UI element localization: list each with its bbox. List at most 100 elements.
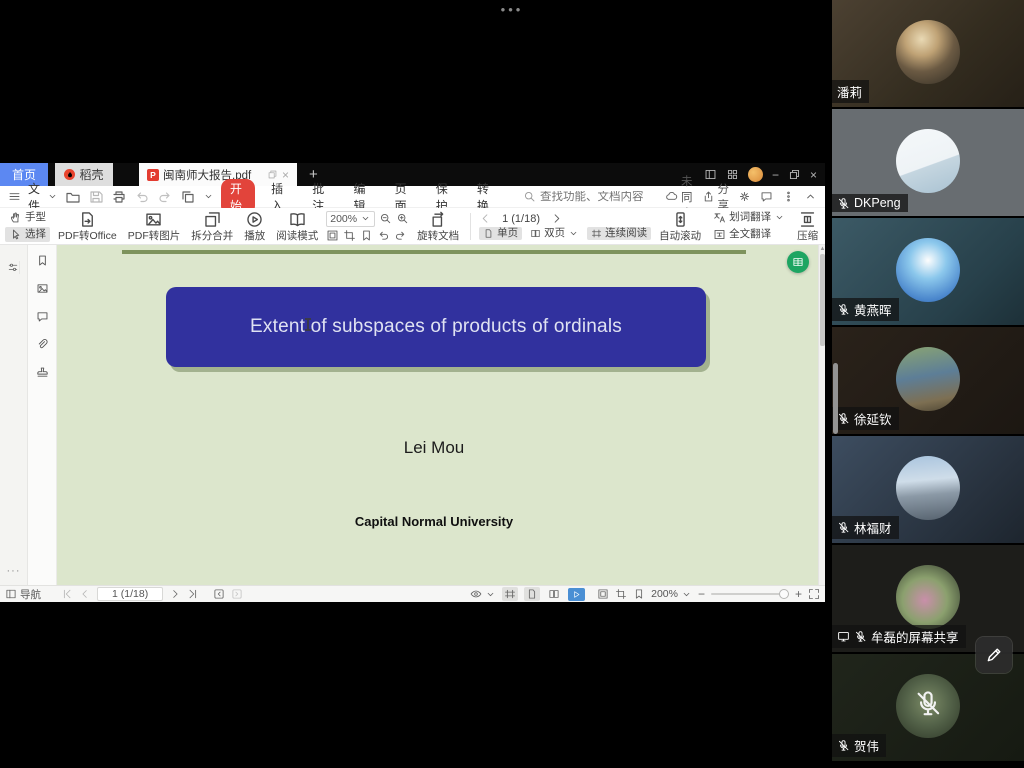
document-scrollbar[interactable]: ▲ [818, 245, 825, 585]
participant-label: 潘莉 [832, 80, 869, 103]
rail-more-button[interactable]: ··· [0, 565, 27, 577]
pen-icon [984, 645, 1004, 665]
zoom-plus-button[interactable]: + [795, 587, 802, 601]
collapse-ribbon-icon[interactable] [804, 190, 817, 203]
continuous-icon [504, 588, 516, 600]
bookmark-icon[interactable] [633, 588, 645, 600]
comments-panel-icon[interactable] [36, 310, 49, 323]
prev-page-icon[interactable] [479, 212, 492, 225]
page-indicator[interactable]: 1 (1/18) [502, 213, 540, 225]
fit-width-icon[interactable] [615, 588, 627, 600]
bookmarks-panel-icon[interactable] [36, 254, 49, 267]
double-page-button[interactable]: 双页 [526, 227, 583, 240]
avatar [896, 565, 960, 629]
full-translate-button[interactable]: 全文翻译 [709, 227, 789, 242]
status-page-indicator[interactable]: 1 (1/18) [97, 587, 163, 601]
slideshow-play-button[interactable] [568, 588, 585, 601]
participant-tile[interactable]: 潘莉 [832, 0, 1024, 107]
next-page-icon[interactable] [550, 212, 563, 225]
first-page-icon[interactable] [61, 588, 73, 600]
rotate-doc-button[interactable]: 旋转文档 [414, 210, 462, 242]
last-page-icon[interactable] [187, 588, 199, 600]
search-input[interactable] [540, 191, 658, 203]
rotate-right-icon[interactable] [394, 229, 407, 242]
fullscreen-icon[interactable] [808, 588, 820, 600]
auto-scroll-icon [671, 210, 690, 229]
double-page-toggle[interactable] [546, 587, 562, 601]
chevron-down-icon [774, 212, 785, 223]
zoom-minus-button[interactable]: − [698, 587, 705, 601]
rotate-left-icon[interactable] [377, 229, 390, 242]
participant-tile[interactable]: 黄燕晖 [832, 218, 1024, 325]
chevron-down-icon [360, 213, 371, 224]
eye-protect-button[interactable] [470, 588, 496, 600]
hand-tool-button[interactable]: 手型 [5, 210, 50, 225]
pdf-file-icon: P [147, 169, 159, 181]
split-merge-button[interactable]: 拆分合并 [188, 210, 236, 242]
participant-label: 贺伟 [832, 734, 886, 757]
undo-icon[interactable] [134, 189, 150, 205]
participants-scrollbar[interactable] [833, 363, 838, 434]
copy-icon[interactable] [180, 189, 196, 205]
more-vertical-icon[interactable] [782, 190, 795, 203]
next-page-icon[interactable] [169, 588, 181, 600]
participant-tile[interactable]: 林福财 [832, 436, 1024, 543]
pdf-to-office-button[interactable]: PDF转Office [55, 210, 120, 242]
redo-icon[interactable] [157, 189, 173, 205]
read-mode-button[interactable]: 阅读模式 [273, 210, 321, 242]
participant-tile[interactable]: 徐延钦 [832, 327, 1024, 434]
status-zoom-dropdown[interactable]: 200% [651, 588, 692, 600]
thumbnails-panel-icon[interactable] [36, 282, 49, 295]
continuous-view-toggle[interactable] [502, 587, 518, 601]
sliders-icon[interactable] [7, 261, 20, 274]
participant-name: 林福财 [854, 518, 892, 537]
single-page-button[interactable]: 单页 [479, 227, 522, 240]
zoom-out-icon[interactable] [379, 212, 392, 225]
zoom-slider[interactable] [711, 593, 789, 595]
tab-docer[interactable]: 稻壳 [55, 163, 113, 186]
scrollbar-thumb[interactable] [820, 254, 825, 346]
chevron-down-icon[interactable] [203, 191, 214, 202]
participant-name: DKPeng [854, 196, 901, 210]
wps-assistant-fab[interactable] [787, 251, 809, 273]
chevron-down-icon [485, 589, 496, 600]
actual-size-icon[interactable] [360, 229, 373, 242]
search-box[interactable] [523, 190, 658, 203]
print-icon[interactable] [111, 189, 127, 205]
play-button[interactable]: 播放 [241, 210, 268, 242]
settings-gear-icon[interactable] [738, 190, 751, 203]
compress-button[interactable]: 压缩 [794, 210, 821, 242]
save-icon[interactable] [88, 189, 104, 205]
open-icon[interactable] [65, 189, 81, 205]
single-page-toggle[interactable] [524, 587, 540, 601]
fit-page-icon[interactable] [326, 229, 339, 242]
pdf-page-view[interactable]: Extent of subspaces of products of ordin… [57, 245, 825, 585]
avatar [896, 129, 960, 193]
participant-tile-screen-share[interactable]: 牟磊的屏幕共享 [832, 545, 1024, 652]
view-history-back-icon[interactable] [213, 588, 225, 600]
continuous-read-button[interactable]: 连续阅读 [587, 227, 651, 240]
mic-muted-icon [837, 303, 850, 316]
select-tool-button[interactable]: 选择 [5, 227, 50, 242]
auto-scroll-button[interactable]: 自动滚动 [656, 210, 704, 242]
zoom-slider-knob[interactable] [779, 589, 789, 599]
scroll-up-arrow[interactable]: ▲ [819, 245, 825, 253]
attachments-panel-icon[interactable] [36, 338, 49, 351]
cursor-icon [9, 228, 22, 241]
pdf-to-image-button[interactable]: PDF转图片 [125, 210, 184, 242]
stamps-panel-icon[interactable] [36, 366, 49, 379]
zoom-dropdown[interactable]: 200% [326, 211, 375, 227]
fit-width-icon[interactable] [343, 229, 356, 242]
docer-logo-icon [64, 169, 75, 180]
annotation-pen-button[interactable] [976, 637, 1012, 673]
zoom-in-icon[interactable] [396, 212, 409, 225]
word-translate-button[interactable]: 划词翻译 [709, 210, 789, 225]
compress-icon [798, 210, 817, 229]
text-cursor [307, 318, 309, 331]
participant-tile[interactable]: DKPeng [832, 109, 1024, 216]
fit-page-icon[interactable] [597, 588, 609, 600]
navigation-button[interactable]: 导航 [5, 587, 41, 602]
view-history-forward-icon[interactable] [231, 588, 243, 600]
comment-icon[interactable] [760, 190, 773, 203]
prev-page-icon[interactable] [79, 588, 91, 600]
